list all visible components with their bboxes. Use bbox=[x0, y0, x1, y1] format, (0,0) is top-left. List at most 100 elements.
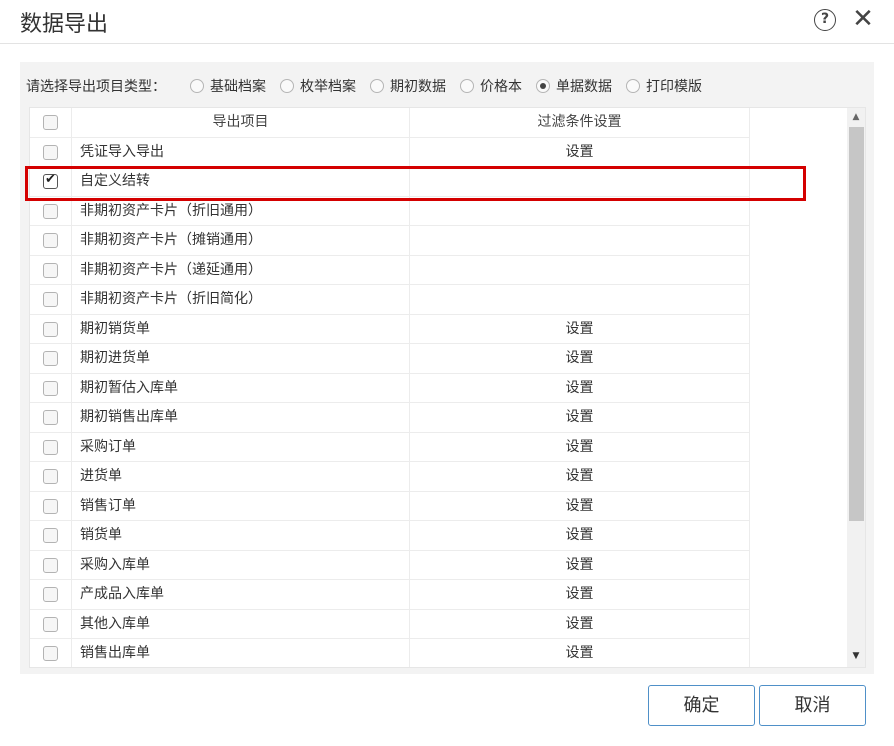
radio-label: 枚举档案 bbox=[300, 79, 356, 95]
row-checkbox[interactable] bbox=[43, 616, 58, 632]
row-checkbox-cell bbox=[30, 167, 72, 196]
confirm-button[interactable]: 确定 bbox=[648, 685, 755, 726]
radio-button[interactable] bbox=[626, 79, 640, 93]
table-row[interactable]: 其他入库单 设置 bbox=[30, 609, 750, 639]
table-row[interactable]: 期初进货单 设置 bbox=[30, 344, 750, 374]
table-row[interactable]: 产成品入库单 设置 bbox=[30, 580, 750, 610]
row-checkbox[interactable] bbox=[43, 498, 58, 514]
filter-settings-link[interactable]: 设置 bbox=[410, 137, 750, 166]
filter-settings-link[interactable]: 设置 bbox=[410, 403, 750, 432]
table-row[interactable]: 非期初资产卡片（递延通用） bbox=[30, 255, 750, 285]
select-all-checkbox[interactable] bbox=[43, 115, 58, 130]
export-type-option[interactable]: 打印模版 bbox=[626, 76, 702, 96]
filter-settings-link[interactable]: 设置 bbox=[410, 344, 750, 373]
row-checkbox[interactable] bbox=[43, 292, 58, 307]
export-item-name: 自定义结转 bbox=[72, 167, 410, 196]
row-checkbox[interactable] bbox=[43, 321, 58, 337]
row-checkbox[interactable] bbox=[43, 172, 58, 189]
filter-settings-link[interactable]: 设置 bbox=[410, 314, 750, 343]
radio-label: 基础档案 bbox=[210, 79, 266, 95]
row-checkbox-cell bbox=[30, 196, 72, 225]
radio-button[interactable] bbox=[280, 79, 294, 93]
export-type-option[interactable]: 单据数据 bbox=[536, 76, 612, 96]
row-checkbox[interactable] bbox=[43, 646, 58, 661]
help-icon[interactable]: ? bbox=[814, 9, 836, 31]
header-checkbox-cell bbox=[30, 108, 72, 137]
row-checkbox-cell bbox=[30, 491, 72, 520]
row-checkbox[interactable] bbox=[43, 233, 58, 248]
filter-settings-link[interactable]: 设置 bbox=[410, 580, 750, 609]
radio-label: 期初数据 bbox=[390, 79, 446, 95]
export-item-name: 非期初资产卡片（递延通用） bbox=[72, 255, 410, 284]
table-row[interactable]: 销货单 设置 bbox=[30, 521, 750, 551]
row-checkbox[interactable] bbox=[43, 380, 58, 396]
radio-button[interactable] bbox=[370, 79, 384, 93]
table-row[interactable]: 非期初资产卡片（摊销通用） bbox=[30, 226, 750, 256]
row-checkbox-cell bbox=[30, 373, 72, 402]
row-checkbox-cell bbox=[30, 432, 72, 461]
row-checkbox-cell bbox=[30, 403, 72, 432]
export-item-name: 其他入库单 bbox=[72, 609, 410, 638]
export-item-name: 销货单 bbox=[72, 521, 410, 550]
row-checkbox[interactable] bbox=[43, 439, 58, 455]
scroll-up-arrow-icon[interactable]: ▲ bbox=[847, 112, 865, 124]
filter-settings-link[interactable]: 设置 bbox=[410, 491, 750, 520]
filter-settings-link[interactable]: 设置 bbox=[410, 609, 750, 638]
row-checkbox-cell bbox=[30, 609, 72, 638]
filter-settings-link[interactable]: 设置 bbox=[410, 432, 750, 461]
filter-settings-link bbox=[410, 285, 750, 314]
table-row[interactable]: 采购订单 设置 bbox=[30, 432, 750, 462]
export-item-name: 期初销货单 bbox=[72, 314, 410, 343]
export-item-name: 进货单 bbox=[72, 462, 410, 491]
export-type-option[interactable]: 基础档案 bbox=[190, 76, 266, 96]
table-row[interactable]: 非期初资产卡片（折旧简化） bbox=[30, 285, 750, 315]
table-row[interactable]: 期初销货单 设置 bbox=[30, 314, 750, 344]
table-scrollbar[interactable]: ▲ ▼ bbox=[847, 108, 865, 667]
filter-settings-link[interactable]: 设置 bbox=[410, 462, 750, 491]
radio-label: 单据数据 bbox=[556, 79, 612, 95]
row-checkbox-cell bbox=[30, 521, 72, 550]
export-type-option[interactable]: 期初数据 bbox=[370, 76, 446, 96]
filter-settings-link[interactable]: 设置 bbox=[410, 373, 750, 402]
row-checkbox[interactable] bbox=[43, 469, 58, 484]
table-row[interactable]: 销售订单 设置 bbox=[30, 491, 750, 521]
export-type-option[interactable]: 价格本 bbox=[460, 76, 522, 96]
cancel-button[interactable]: 取消 bbox=[759, 685, 866, 726]
radio-button[interactable] bbox=[460, 79, 474, 93]
table-row[interactable]: 采购入库单 设置 bbox=[30, 550, 750, 580]
row-checkbox[interactable] bbox=[43, 203, 58, 219]
export-item-name: 非期初资产卡片（摊销通用） bbox=[72, 226, 410, 255]
row-checkbox[interactable] bbox=[43, 351, 58, 366]
filter-settings-link bbox=[410, 226, 750, 255]
row-checkbox[interactable] bbox=[43, 144, 58, 160]
table-row[interactable]: 期初销售出库单 设置 bbox=[30, 403, 750, 433]
data-export-dialog: 数据导出 ? ✕ 请选择导出项目类型： 基础档案 枚举档案 期初数据 价格本 单据数据 打… bbox=[0, 0, 894, 746]
export-item-name: 采购入库单 bbox=[72, 550, 410, 579]
table-row[interactable]: 期初暂估入库单 设置 bbox=[30, 373, 750, 403]
row-checkbox-cell bbox=[30, 550, 72, 579]
table-row[interactable]: 进货单 设置 bbox=[30, 462, 750, 492]
row-checkbox[interactable] bbox=[43, 410, 58, 425]
row-checkbox-cell bbox=[30, 226, 72, 255]
radio-button[interactable] bbox=[190, 79, 204, 93]
table-row[interactable]: 非期初资产卡片（折旧通用） bbox=[30, 196, 750, 226]
row-checkbox-cell bbox=[30, 344, 72, 373]
table-row[interactable]: 销售出库单 设置 bbox=[30, 639, 750, 667]
scroll-thumb[interactable] bbox=[849, 127, 864, 521]
row-checkbox[interactable] bbox=[43, 557, 58, 573]
filter-settings-link[interactable]: 设置 bbox=[410, 521, 750, 550]
scroll-down-arrow-icon[interactable]: ▼ bbox=[847, 651, 865, 663]
row-checkbox[interactable] bbox=[43, 587, 58, 602]
dialog-titlebar: 数据导出 ? ✕ bbox=[0, 0, 894, 44]
table-row[interactable]: 凭证导入导出 设置 bbox=[30, 137, 750, 167]
close-icon[interactable]: ✕ bbox=[850, 4, 876, 34]
table-row[interactable]: 自定义结转 bbox=[30, 167, 750, 197]
export-item-name: 期初销售出库单 bbox=[72, 403, 410, 432]
row-checkbox[interactable] bbox=[43, 262, 58, 278]
row-checkbox[interactable] bbox=[43, 528, 58, 543]
radio-button[interactable] bbox=[536, 79, 550, 93]
filter-settings-link[interactable]: 设置 bbox=[410, 639, 750, 667]
filter-settings-link[interactable]: 设置 bbox=[410, 550, 750, 579]
export-item-name: 采购订单 bbox=[72, 432, 410, 461]
export-type-option[interactable]: 枚举档案 bbox=[280, 76, 356, 96]
